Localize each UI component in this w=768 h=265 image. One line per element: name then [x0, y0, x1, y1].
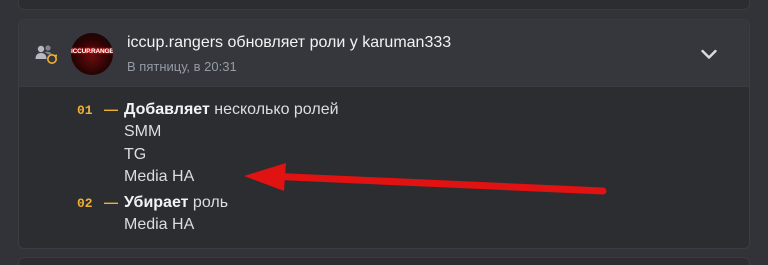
change-description: несколько ролей [214, 101, 339, 118]
previous-log-entry[interactable] [18, 0, 750, 10]
role-name: SMM [124, 123, 162, 140]
timestamp: В пятницу, в 20:31 [127, 59, 237, 74]
audit-log-view: ICCUP.RANGERS iccup.rangers обновляет ро… [0, 0, 768, 265]
avatar-logo-text: ICCUP.RANGERS [71, 48, 113, 55]
role-name: TG [124, 146, 147, 163]
change-index: 01 [77, 103, 93, 118]
role-name: Media HA [124, 216, 195, 233]
chevron-down-icon[interactable] [695, 40, 723, 68]
change-action: Убирает [124, 194, 189, 211]
actor-username[interactable]: iccup.rangers [127, 34, 223, 51]
change-index: 02 [77, 196, 93, 211]
change-dash: — [104, 101, 118, 117]
change-text: Добавляет несколько ролей [124, 101, 339, 119]
change-item-2: 02 — Убирает роль [77, 194, 228, 212]
change-item-1: 01 — Добавляет несколько ролей [77, 101, 339, 119]
change-action: Добавляет [124, 101, 210, 118]
next-log-entry[interactable] [18, 257, 750, 265]
audit-log-entry-header[interactable]: ICCUP.RANGERS iccup.rangers обновляет ро… [19, 20, 749, 87]
audit-entry-title: iccup.rangers обновляет роли у karuman33… [127, 34, 451, 52]
change-dash: — [104, 194, 118, 210]
change-description: роль [192, 194, 229, 211]
action-text: обновляет роли у [227, 34, 358, 51]
audit-log-entry: ICCUP.RANGERS iccup.rangers обновляет ро… [18, 19, 750, 249]
avatar[interactable]: ICCUP.RANGERS [71, 33, 113, 75]
target-username[interactable]: karuman333 [362, 34, 451, 51]
change-text: Убирает роль [124, 194, 228, 212]
members-role-update-icon [35, 45, 58, 64]
role-name: Media HA [124, 168, 195, 185]
